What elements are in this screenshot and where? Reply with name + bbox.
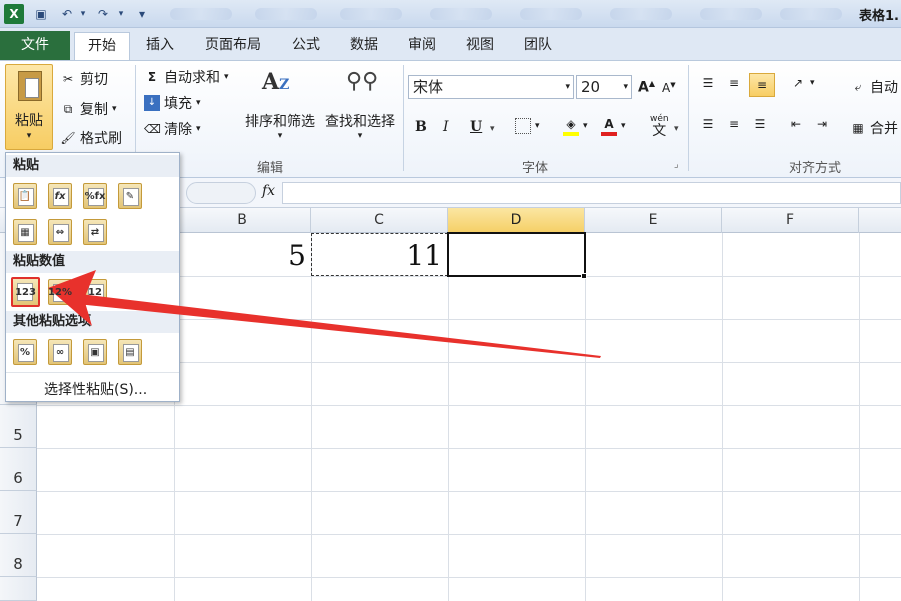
excel-window: X ▣ ↶ ▾ ↷ ▾ ▾ 表格1. 文件 开始 插入 页面布局 公式 数据 审… [0,0,901,601]
values-percent-icon: 12% [48,286,72,298]
values-123-icon: 123 [15,286,36,298]
column-width-icon: ⇔ [55,226,65,238]
percent-icon: % [19,346,31,358]
no-borders-icon: ▦ [20,226,30,238]
brush-icon: ✎ [125,190,135,202]
link-icon: ∞ [55,346,65,358]
clipboard-icon: 📋 [18,190,32,202]
picture-icon: ▣ [90,346,100,358]
values-brush-icon: 12 [88,286,102,298]
percent-formula-icon: %fx [84,190,106,202]
red-arrow-annotation [48,270,601,358]
formula-icon: fx [54,190,66,202]
linked-picture-icon: ▤ [125,346,135,358]
transpose-icon: ⇄ [90,226,100,238]
arrow-shaft [77,294,601,358]
